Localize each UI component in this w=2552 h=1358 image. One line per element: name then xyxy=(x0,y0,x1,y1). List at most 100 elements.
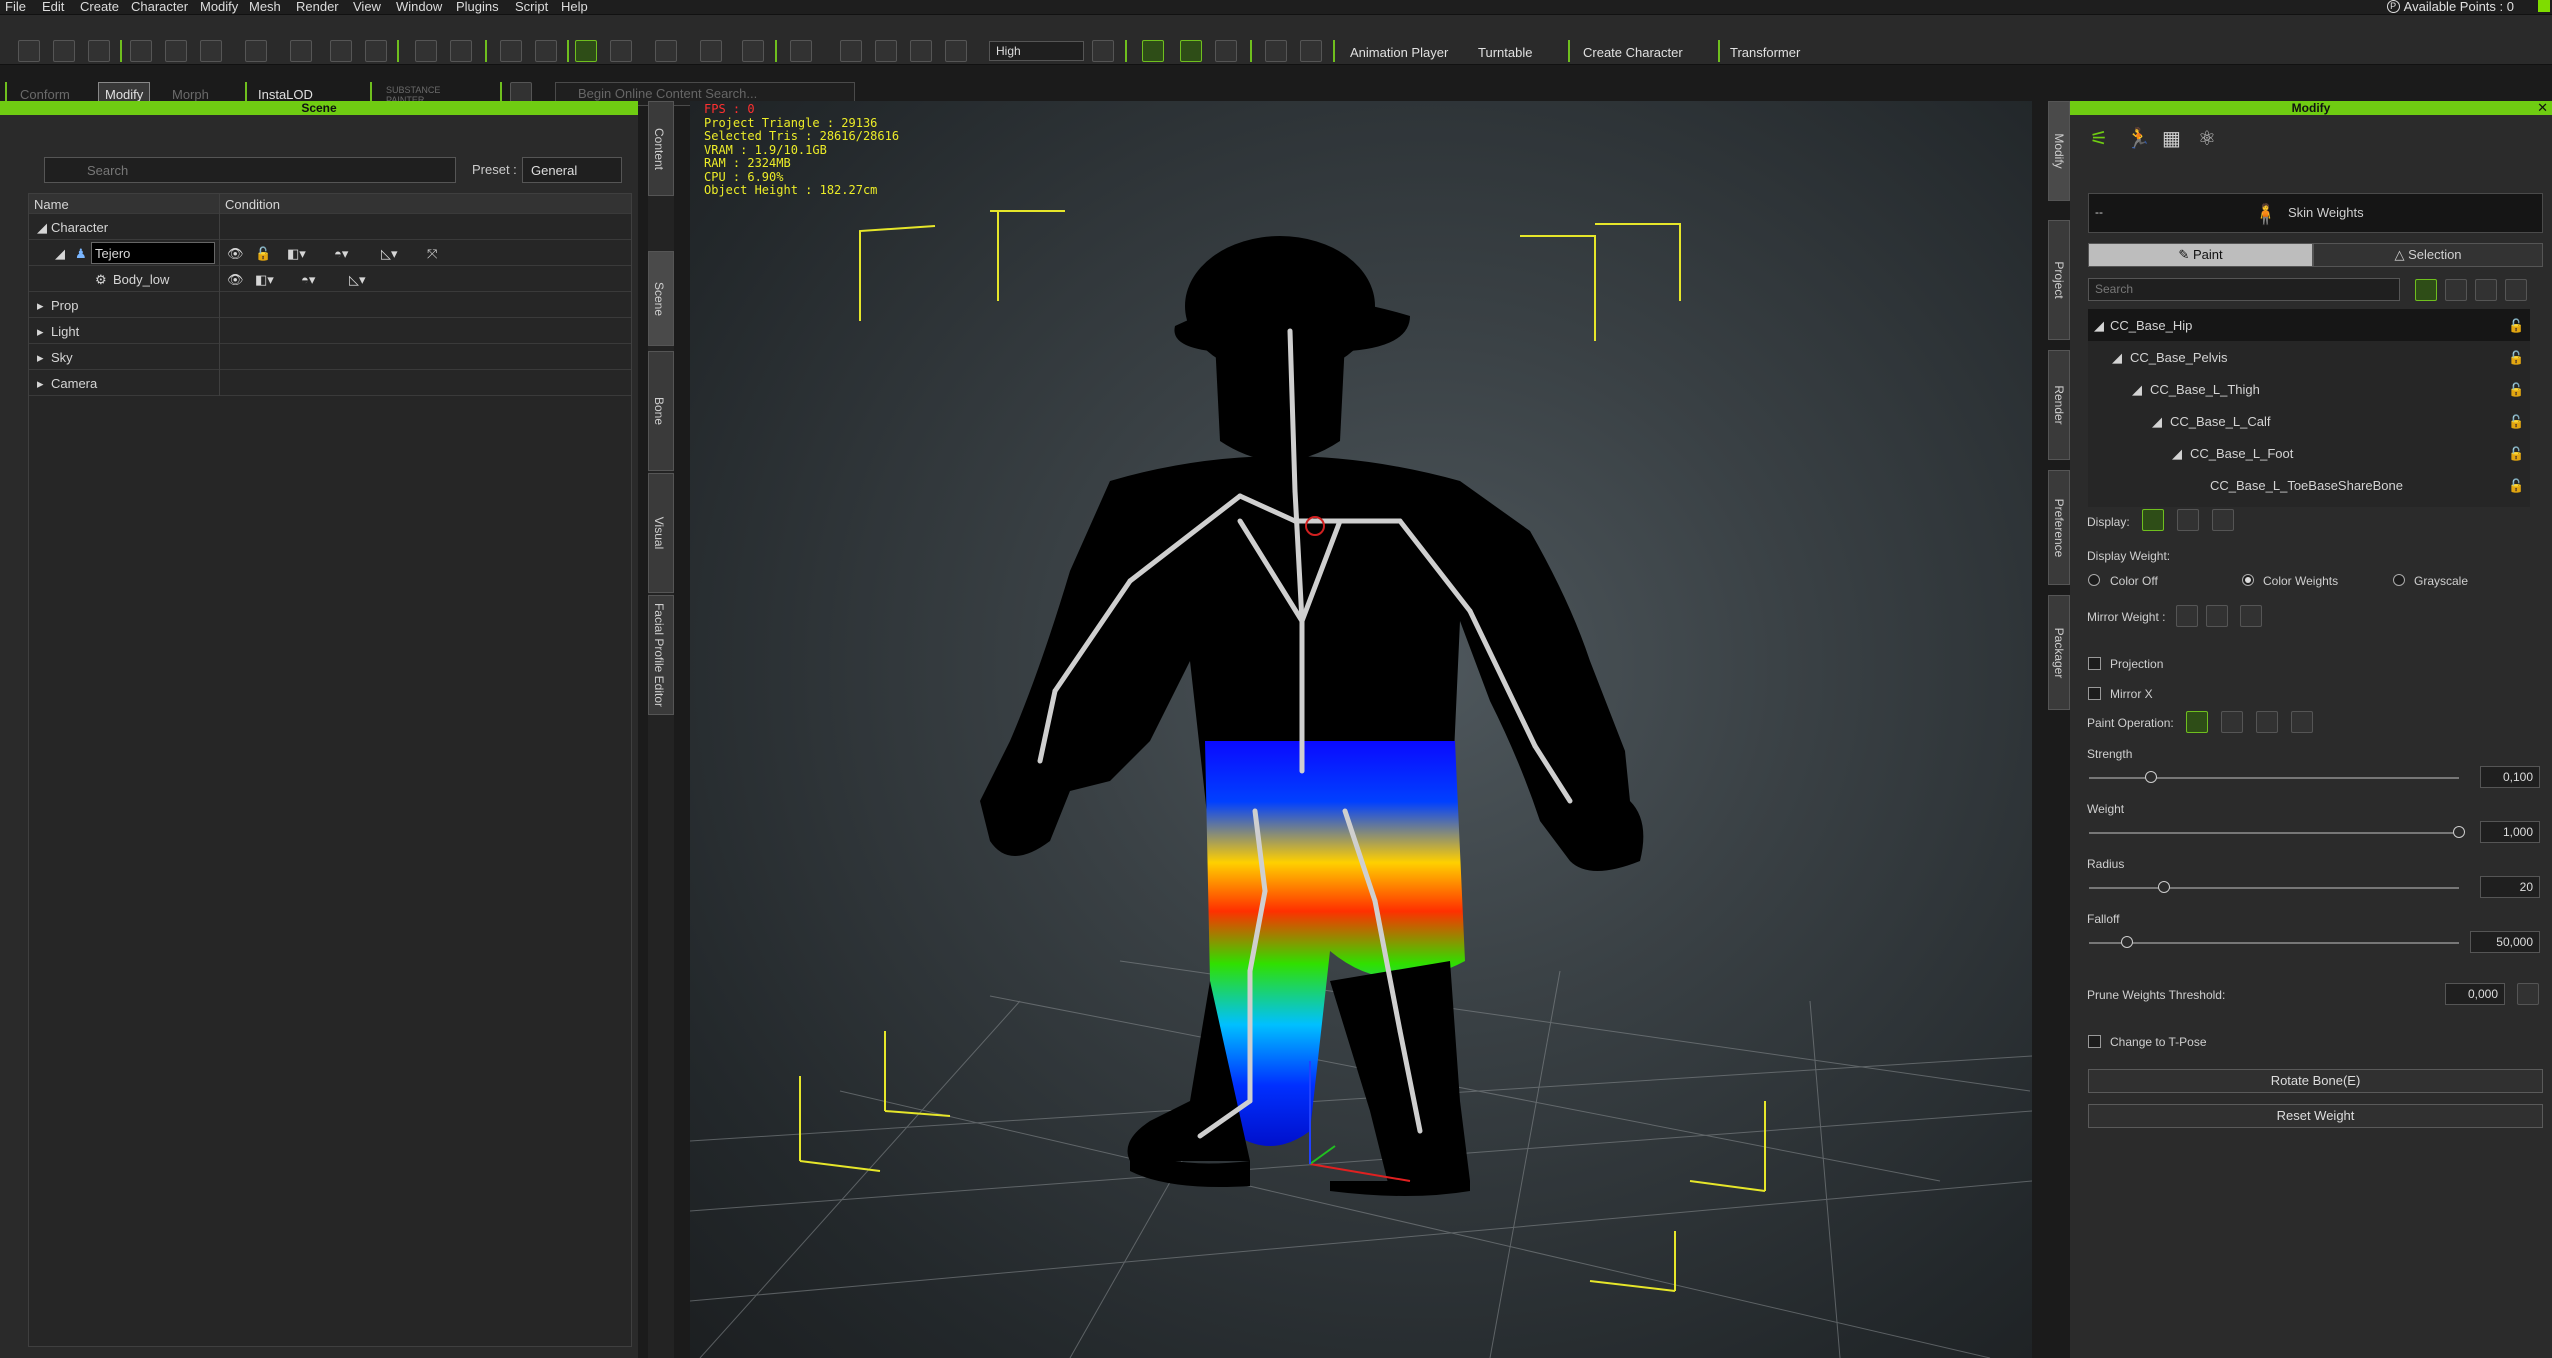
reset-weight-button[interactable]: Reset Weight xyxy=(2088,1104,2543,1128)
skin-weights-header[interactable]: -- 🧍 Skin Weights xyxy=(2088,193,2543,233)
bone-row-foot[interactable]: ◢ CC_Base_L_Foot 🔓 xyxy=(2088,437,2530,469)
menu-edit[interactable]: Edit xyxy=(42,0,64,14)
scale-icon[interactable] xyxy=(700,40,722,62)
menu-script[interactable]: Script xyxy=(515,0,548,14)
transformer-button[interactable]: Transformer xyxy=(1730,45,1800,60)
export-fbx-icon[interactable] xyxy=(200,40,222,62)
expand-icon[interactable]: ▸ xyxy=(37,298,44,314)
selection-tab[interactable]: △ Selection xyxy=(2313,243,2543,267)
drop-to-floor-icon[interactable] xyxy=(840,40,862,62)
menu-create[interactable]: Create xyxy=(80,0,119,14)
paint-smooth-icon[interactable] xyxy=(2291,711,2313,733)
mirror-both-icon[interactable] xyxy=(2240,605,2262,627)
expand-icon[interactable]: ▸ xyxy=(37,324,44,340)
tree-row-prop[interactable]: ▸ Prop xyxy=(29,292,631,318)
lock-icon[interactable]: 🔓 xyxy=(2508,446,2524,462)
tree-row-body-low[interactable]: ⚙ Body_low 👁 ◧▾ ◓▾ ◺▾ xyxy=(29,266,631,292)
create-character-button[interactable]: Create Character xyxy=(1583,45,1683,60)
visibility-icon[interactable]: 👁 xyxy=(227,272,244,288)
tree-row-light[interactable]: ▸ Light xyxy=(29,318,631,344)
mirror-x-checkbox[interactable] xyxy=(2088,687,2101,700)
tree-row-sky[interactable]: ▸ Sky xyxy=(29,344,631,370)
align-icon[interactable] xyxy=(875,40,897,62)
bone-row-hip[interactable]: ◢ CC_Base_Hip 🔓 xyxy=(2088,309,2530,341)
color-weights-radio[interactable] xyxy=(2242,574,2254,586)
new-project-icon[interactable] xyxy=(18,40,40,62)
rotate-icon[interactable] xyxy=(655,40,677,62)
open-folder-icon[interactable] xyxy=(53,40,75,62)
paint-replace-icon[interactable] xyxy=(2256,711,2278,733)
lock-icon[interactable]: 🔓 xyxy=(255,246,271,262)
pivot-icon[interactable] xyxy=(742,40,764,62)
collision-icon[interactable]: ⤧ xyxy=(427,246,437,262)
home-camera-icon[interactable] xyxy=(790,40,812,62)
menu-mesh[interactable]: Mesh xyxy=(249,0,281,14)
collapse-icon[interactable]: ◢ xyxy=(55,246,65,262)
expand-icon[interactable]: ▸ xyxy=(37,350,44,366)
conform-button[interactable]: Conform xyxy=(20,87,70,102)
paint-subtract-icon[interactable] xyxy=(2221,711,2243,733)
tab-packager[interactable]: Packager xyxy=(2048,595,2070,710)
details-icon[interactable] xyxy=(2505,279,2527,301)
menu-modify[interactable]: Modify xyxy=(200,0,238,14)
export-obj-icon[interactable] xyxy=(245,40,267,62)
send-icon[interactable] xyxy=(330,40,352,62)
texture-icon[interactable]: ▦ xyxy=(2162,129,2181,149)
strength-slider-knob[interactable] xyxy=(2145,771,2157,783)
render-icon[interactable] xyxy=(365,40,387,62)
list-icon[interactable] xyxy=(2475,279,2497,301)
tab-scene[interactable]: Scene xyxy=(648,251,674,346)
falloff-slider[interactable] xyxy=(2089,942,2459,944)
menu-window[interactable]: Window xyxy=(396,0,442,14)
tab-preference[interactable]: Preference xyxy=(2048,470,2070,585)
wireframe-icon[interactable]: ◺▾ xyxy=(381,246,398,262)
export-image-icon[interactable] xyxy=(290,40,312,62)
lock-icon[interactable]: 🔓 xyxy=(2508,382,2524,398)
available-points[interactable]: P Available Points : 0 xyxy=(2386,0,2514,14)
rotate-bone-button[interactable]: Rotate Bone(E) xyxy=(2088,1069,2543,1093)
menu-file[interactable]: File xyxy=(5,0,26,14)
bone-row-thigh[interactable]: ◢ CC_Base_L_Thigh 🔓 xyxy=(2088,373,2530,405)
tree-row-camera[interactable]: ▸ Camera xyxy=(29,370,631,396)
prune-threshold-input[interactable]: 0,000 xyxy=(2445,983,2505,1005)
lock-icon[interactable]: 🔓 xyxy=(2508,414,2524,430)
import-icon[interactable] xyxy=(130,40,152,62)
menu-view[interactable]: View xyxy=(353,0,381,14)
radius-slider-knob[interactable] xyxy=(2158,881,2170,893)
flag-icon[interactable] xyxy=(1300,40,1322,62)
menu-plugins[interactable]: Plugins xyxy=(456,0,499,14)
strength-input[interactable]: 0,100 xyxy=(2480,766,2540,788)
tab-bone[interactable]: Bone xyxy=(648,351,674,471)
t-pose-checkbox[interactable] xyxy=(2088,1035,2101,1048)
export-icon[interactable] xyxy=(165,40,187,62)
wireframe-icon[interactable]: ◺▾ xyxy=(349,272,366,288)
weight-slider-knob[interactable] xyxy=(2453,826,2465,838)
tab-visual[interactable]: Visual xyxy=(648,473,674,593)
falloff-slider-knob[interactable] xyxy=(2121,936,2133,948)
falloff-input[interactable]: 50,000 xyxy=(2470,931,2540,953)
expand-icon[interactable]: ▸ xyxy=(37,376,44,392)
light-icon[interactable] xyxy=(1092,40,1114,62)
camera-icon[interactable] xyxy=(415,40,437,62)
mirror-left-icon[interactable] xyxy=(2176,605,2198,627)
tree-row-character[interactable]: ◢ Character xyxy=(29,214,631,240)
ik-icon[interactable] xyxy=(1265,40,1287,62)
visibility-icon[interactable]: 👁 xyxy=(227,246,244,262)
lock-icon[interactable]: 🔓 xyxy=(2508,478,2524,494)
redo-icon[interactable] xyxy=(535,40,557,62)
receive-shadow-icon[interactable]: ◓▾ xyxy=(334,246,348,262)
radius-input[interactable]: 20 xyxy=(2480,876,2540,898)
receive-shadow-icon[interactable]: ◓▾ xyxy=(301,272,315,288)
display-bone-icon[interactable] xyxy=(2142,509,2164,531)
move-icon[interactable] xyxy=(610,40,632,62)
tab-content[interactable]: Content xyxy=(648,101,674,196)
tab-project[interactable]: Project xyxy=(2048,220,2070,340)
tab-modify[interactable]: Modify xyxy=(2048,101,2070,201)
scene-search-input[interactable]: Search xyxy=(44,157,456,183)
cast-shadow-icon[interactable]: ◧▾ xyxy=(287,246,306,262)
bone-row-calf[interactable]: ◢ CC_Base_L_Calf 🔓 xyxy=(2088,405,2530,437)
paint-add-icon[interactable] xyxy=(2186,711,2208,733)
bone-pick-icon[interactable] xyxy=(2415,279,2437,301)
paint-tab[interactable]: ✎ Paint xyxy=(2088,243,2313,267)
skeleton-icon[interactable] xyxy=(1180,40,1202,62)
